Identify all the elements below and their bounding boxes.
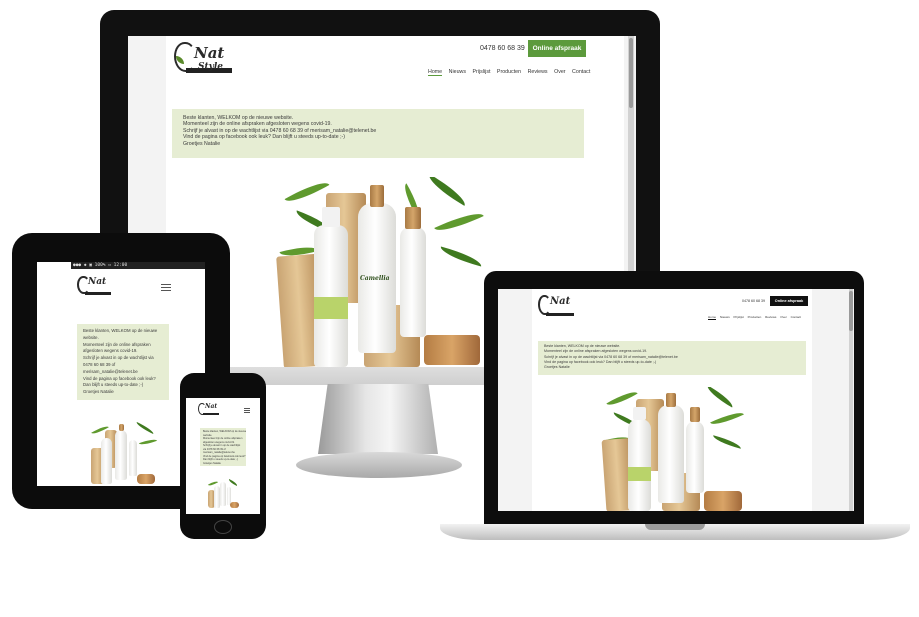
nav-home[interactable]: Home xyxy=(428,69,443,76)
laptop-notch xyxy=(645,524,705,530)
nav-over[interactable]: Over xyxy=(780,315,787,319)
welcome-notice: Beste klanten, WELKOM op de nieuwe websi… xyxy=(172,109,584,158)
logo-text: Nat xyxy=(205,403,218,410)
laptop-products-image xyxy=(600,387,750,511)
nav-reviews[interactable]: Reviews xyxy=(528,69,548,75)
scroll-thumb[interactable] xyxy=(629,38,633,108)
menu-icon[interactable] xyxy=(161,284,171,293)
logo-bar xyxy=(203,413,219,415)
nav-reviews[interactable]: Reviews xyxy=(765,315,776,319)
notice-line: Beste klanten, WELKOM op de nieuwe xyxy=(83,328,158,333)
logo-bar xyxy=(85,292,111,295)
notice-line: Groetjes Natalie xyxy=(203,461,221,465)
laptop-scrollbar[interactable] xyxy=(849,289,853,511)
scroll-thumb[interactable] xyxy=(849,291,853,331)
nav-contact[interactable]: Contact xyxy=(791,315,801,319)
bottle-label: Camellia xyxy=(360,275,390,282)
laptop-screen: Nat 0478 60 68 39 Online afspraak Home N… xyxy=(498,289,854,511)
home-button[interactable] xyxy=(214,520,232,534)
tablet-notice: Beste klanten, WELKOM op de nieuwe websi… xyxy=(77,324,169,400)
tablet-logo[interactable]: Nat xyxy=(77,276,111,298)
phone-logo[interactable]: Nat xyxy=(198,403,220,417)
imac-foot xyxy=(296,452,462,478)
nav-nieuws[interactable]: Nieuws xyxy=(720,315,730,319)
tablet-statusbar: ●●● ◆ ▣ 100% ▭ 12:00 xyxy=(71,262,205,269)
phone-screen: Nat Beste klanten, WELKOM op de nieuwe w… xyxy=(186,398,260,514)
products-image: Camellia xyxy=(274,177,492,367)
logo-bar xyxy=(546,313,574,316)
logo-text: Nat xyxy=(88,277,107,287)
nav-home[interactable]: Home xyxy=(708,315,717,320)
nav-producten[interactable]: Producten xyxy=(497,69,521,75)
notice-line: merisam_natalie@telenet.be xyxy=(83,368,138,374)
notice-line: afgesloten wegens covid-19. xyxy=(83,348,138,354)
nav-contact[interactable]: Contact xyxy=(572,69,590,75)
phone-notice: Beste klanten, WELKOM op de nieuwe websi… xyxy=(200,428,246,466)
nav-producten[interactable]: Producten xyxy=(748,315,762,319)
desktop-logo[interactable]: Nat Style xyxy=(174,42,234,76)
desktop-nav: Home Nieuws Prijslijst Producten Reviews… xyxy=(428,69,590,76)
notice-line: Momenteel zijn de online afspraken xyxy=(83,341,151,347)
notice-line: Beste klanten, WELKOM op de nieuwe xyxy=(203,430,246,433)
notice-line: Schrijf je alvast in op de wachtlijst vi… xyxy=(83,355,154,361)
notice-line: 0478 60 68 39 of xyxy=(83,361,116,367)
notice-line: Schrijf je alvast in op de wachtlijst xyxy=(203,444,241,447)
nav-nieuws[interactable]: Nieuws xyxy=(449,69,466,75)
logo-text: Nat xyxy=(550,296,571,307)
header-phone[interactable]: 0478 60 68 39 xyxy=(480,45,525,52)
notice-line: Dan blijft u steeds up-to-date ;-) xyxy=(83,382,144,388)
laptop-nav: Home Nieuws Prijslijst Producten Reviews… xyxy=(708,315,801,320)
tablet-products-image xyxy=(87,422,159,484)
notice-line: Groetjes Natalie xyxy=(83,389,114,395)
logo-subtext: Style xyxy=(198,62,224,72)
logo-text: Nat xyxy=(194,44,225,62)
responsive-mockup: Nat Style 0478 60 68 39 Online afspraak … xyxy=(0,0,919,617)
online-booking-button[interactable]: Online afspraak xyxy=(528,40,586,57)
online-booking-button[interactable]: Online afspraak xyxy=(770,296,808,306)
notice-line: Groetjes Natalie xyxy=(183,140,221,147)
nav-prijslijst[interactable]: Prijslijst xyxy=(734,315,744,319)
laptop-notice: Beste klanten, WELKOM op de nieuwe websi… xyxy=(538,341,806,375)
nav-over[interactable]: Over xyxy=(554,69,565,75)
laptop-page: Nat 0478 60 68 39 Online afspraak Home N… xyxy=(532,289,812,511)
laptop-logo[interactable]: Nat xyxy=(538,295,574,319)
nav-prijslijst[interactable]: Prijslijst xyxy=(472,69,490,75)
menu-icon[interactable] xyxy=(244,408,250,415)
notice-line: Dan blijft u steeds up-to-date ;-) xyxy=(203,458,239,461)
phone-products-image xyxy=(206,478,240,508)
notice-line: Momenteel zijn de online afspraken xyxy=(203,437,243,440)
imac-stand xyxy=(318,384,438,454)
notice-line: Groetjes Natalie xyxy=(544,365,570,370)
notice-line: website. xyxy=(83,334,99,340)
header-phone[interactable]: 0478 60 68 39 xyxy=(742,299,765,303)
notice-line: Vind de pagina op facebook ook leuk? xyxy=(83,375,156,381)
